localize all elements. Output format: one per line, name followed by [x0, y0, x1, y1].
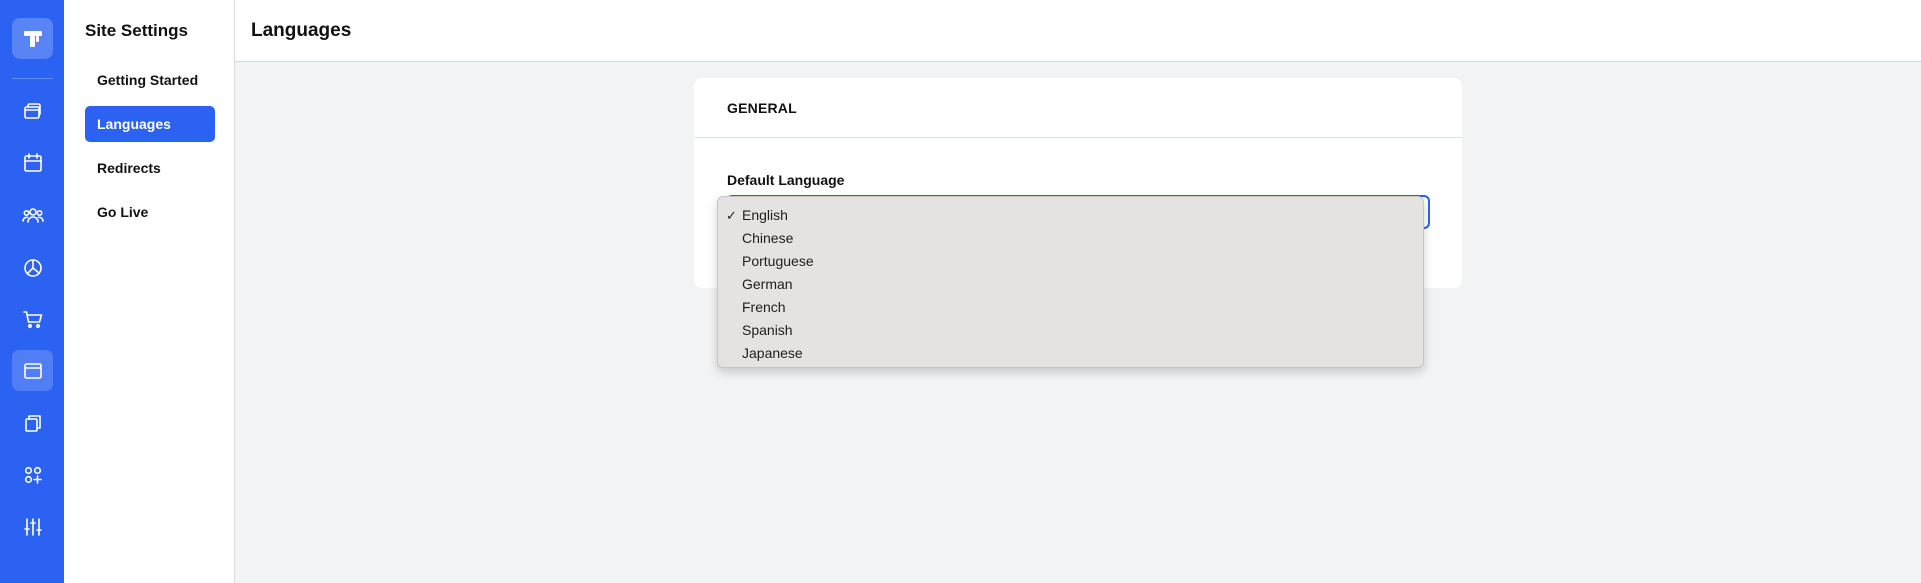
page-title: Languages [251, 20, 352, 41]
windows-icon[interactable] [12, 90, 53, 131]
users-icon[interactable] [12, 194, 53, 235]
option-label: Portuguese [742, 253, 814, 269]
apps-add-icon[interactable] [12, 454, 53, 495]
option-label: Japanese [742, 345, 803, 361]
section-title: GENERAL [727, 99, 797, 116]
settings-sidebar: Site Settings Getting Started Languages … [64, 0, 235, 583]
option-french[interactable]: French [718, 296, 1423, 319]
sidebar-item-languages[interactable]: Languages [85, 106, 215, 142]
brand-logo-icon[interactable] [12, 18, 53, 59]
page-header: Languages [235, 0, 1921, 62]
browser-window-icon[interactable] [12, 350, 53, 391]
option-label: Spanish [742, 322, 793, 338]
pie-chart-icon[interactable] [12, 246, 53, 287]
option-english[interactable]: ✓ English [718, 204, 1423, 227]
icon-rail [0, 0, 64, 583]
copy-pages-icon[interactable] [12, 402, 53, 443]
option-label: German [742, 276, 793, 292]
check-icon: ✓ [726, 208, 737, 223]
sidebar-title: Site Settings [85, 21, 188, 40]
option-german[interactable]: German [718, 273, 1423, 296]
option-portuguese[interactable]: Portuguese [718, 250, 1423, 273]
card-header: GENERAL [694, 78, 1462, 138]
app-root: Site Settings Getting Started Languages … [0, 0, 1921, 583]
calendar-icon[interactable] [12, 142, 53, 183]
option-label: French [742, 299, 786, 315]
option-chinese[interactable]: Chinese [718, 227, 1423, 250]
option-japanese[interactable]: Japanese [718, 342, 1423, 365]
option-spanish[interactable]: Spanish [718, 319, 1423, 342]
option-label: English [742, 207, 788, 223]
language-dropdown-list: ✓ English Chinese Portuguese German Fren… [717, 196, 1424, 368]
default-language-label: Default Language [727, 172, 845, 188]
sidebar-item-go-live[interactable]: Go Live [85, 194, 215, 230]
sidebar-item-redirects[interactable]: Redirects [85, 150, 215, 186]
option-label: Chinese [742, 230, 794, 246]
sidebar-item-getting-started[interactable]: Getting Started [85, 62, 215, 98]
cart-icon[interactable] [12, 298, 53, 339]
rail-divider [12, 78, 53, 79]
sliders-icon[interactable] [12, 506, 53, 547]
